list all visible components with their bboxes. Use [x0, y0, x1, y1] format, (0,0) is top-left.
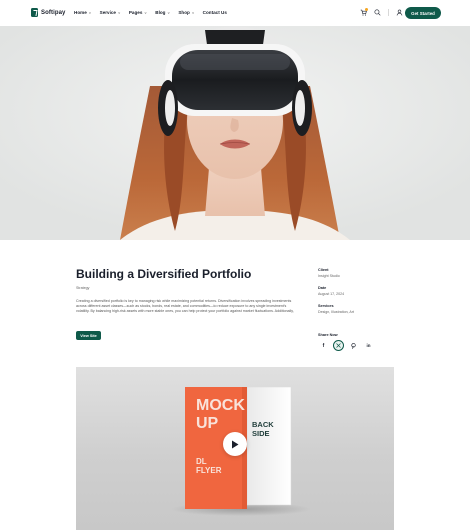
project-meta: Client Insight Studio Date August 17, 20… — [318, 268, 398, 322]
chevron-down-icon: ⌄ — [117, 9, 121, 15]
user-icon[interactable] — [396, 9, 403, 16]
site-header: Softipay Home ⌄ Service ⌄ Pages ⌄ Blog ⌄ Sho… — [0, 0, 470, 26]
get-started-button[interactable]: Get Started — [405, 7, 441, 19]
project-description: Creating a diversified portfolio is key … — [76, 299, 294, 314]
nav-item-blog[interactable]: Blog ⌄ — [155, 10, 170, 15]
main-nav: Home ⌄ Service ⌄ Pages ⌄ Blog ⌄ Shop ⌄ Contac… — [74, 10, 227, 15]
vr-headset-person-image — [0, 26, 470, 240]
brand-logo[interactable]: Softipay — [31, 8, 65, 17]
project-category: Strategy — [76, 286, 90, 290]
back-card-text: BACK SIDE — [252, 420, 274, 438]
logo-icon — [31, 8, 38, 17]
front-line: MOCK — [196, 397, 245, 414]
cart-badge — [365, 8, 368, 11]
nav-item-service[interactable]: Service ⌄ — [100, 10, 121, 15]
meta-value: August 17, 2024 — [318, 292, 345, 296]
back-line: SIDE — [252, 428, 270, 438]
nav-item-label: Pages — [128, 10, 143, 15]
cart-icon[interactable] — [360, 8, 368, 16]
nav-item-label: Service — [99, 10, 116, 15]
meta-services: Services Design, Illustration, Art — [318, 304, 398, 314]
nav-item-pages[interactable]: Pages ⌄ — [129, 10, 147, 15]
front-bottom-line: DL — [196, 457, 207, 466]
header-actions — [360, 8, 403, 16]
front-bottom-line: FLYER — [196, 466, 222, 475]
nav-item-label: Blog — [155, 10, 166, 15]
nav-item-label: Shop — [178, 10, 190, 15]
brand-name: Softipay — [41, 9, 66, 16]
share-label: Share Now — [318, 333, 338, 337]
play-button[interactable] — [223, 432, 247, 456]
meta-value: Design, Illustration, Art — [318, 310, 354, 314]
front-line: UP — [196, 415, 219, 432]
nav-item-home[interactable]: Home ⌄ — [74, 10, 92, 15]
pinterest-icon[interactable] — [348, 340, 359, 351]
nav-item-contact[interactable]: Contact Us — [203, 10, 227, 15]
meta-date: Date August 17, 2024 — [318, 286, 398, 296]
chevron-down-icon: ⌄ — [166, 9, 171, 15]
header-divider — [388, 9, 389, 16]
chevron-down-icon: ⌄ — [88, 9, 92, 15]
x-icon[interactable] — [333, 340, 344, 351]
share-links: f in — [318, 340, 374, 351]
meta-label: Client — [318, 268, 329, 272]
meta-value: Insight Studio — [318, 274, 340, 278]
hero-image — [0, 26, 470, 240]
chevron-down-icon: ⌄ — [191, 9, 195, 15]
nav-item-label: Contact Us — [202, 10, 227, 15]
meta-label: Date — [318, 286, 327, 290]
meta-label: Services — [318, 304, 334, 308]
linkedin-icon[interactable]: in — [363, 340, 374, 351]
front-card-bottom: DL FLYER — [196, 457, 222, 475]
play-icon — [232, 440, 239, 448]
chevron-down-icon: ⌄ — [143, 9, 148, 15]
nav-item-label: Home — [74, 10, 87, 15]
front-card-text: MOCK UP — [196, 397, 245, 433]
search-icon[interactable] — [374, 9, 381, 16]
meta-client: Client Insight Studio — [318, 268, 398, 278]
nav-item-shop[interactable]: Shop ⌄ — [178, 10, 194, 15]
facebook-icon[interactable]: f — [318, 340, 329, 351]
page-title: Building a Diversified Portfolio — [76, 267, 252, 281]
view-site-button[interactable]: View Site — [76, 331, 101, 340]
